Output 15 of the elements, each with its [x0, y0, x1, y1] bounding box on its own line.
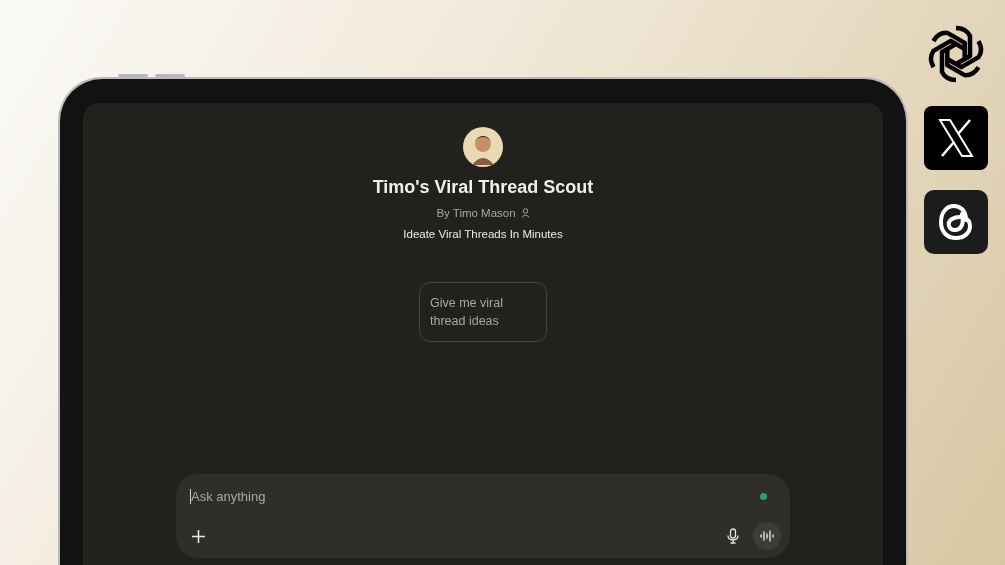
suggestion-card[interactable]: Give me viral thread ideas [419, 282, 547, 342]
status-dot-icon [760, 492, 767, 500]
person-icon [520, 208, 530, 218]
plus-icon[interactable] [192, 529, 205, 543]
text-cursor [190, 488, 191, 504]
avatar-icon [463, 127, 503, 167]
author-name: By Timo Mason [436, 207, 516, 219]
at-sign-logo-icon [924, 190, 988, 254]
gpt-title: Timo's Viral Thread Scout [372, 177, 594, 198]
gpt-tagline: Ideate Viral Threads In Minutes [403, 228, 563, 240]
waveform-icon [760, 530, 774, 542]
microphone-icon[interactable] [727, 528, 739, 544]
voice-mode-button[interactable] [753, 522, 781, 550]
message-input[interactable]: Ask anything [191, 488, 760, 504]
x-logo-icon [924, 106, 988, 170]
